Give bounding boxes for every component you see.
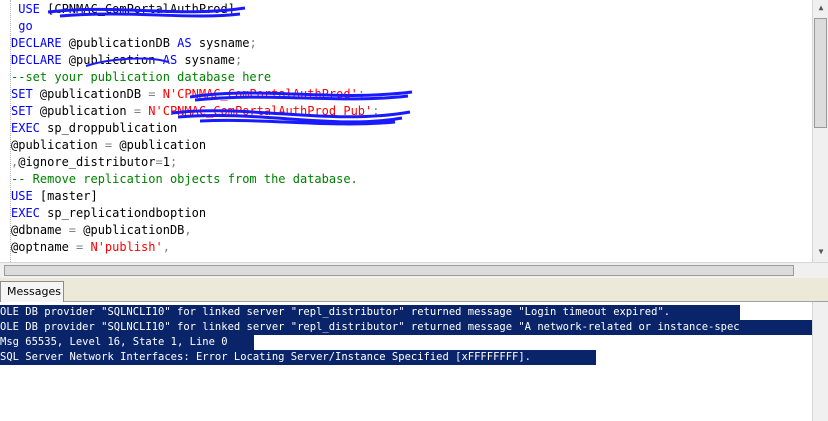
- scroll-down-arrow-icon[interactable]: ▼: [813, 244, 828, 260]
- code-line[interactable]: SET @publication = N'CPNMAC_ComPortalAut…: [11, 103, 811, 120]
- code-token: =: [76, 240, 91, 254]
- editor-horizontal-scrollbar[interactable]: [0, 262, 828, 278]
- code-token: N'CPNMAC_ComPortalAuthProd': [162, 87, 358, 101]
- code-token: ,: [162, 240, 170, 254]
- code-token: @publicationDB: [68, 36, 178, 50]
- code-token: @publication: [68, 53, 163, 67]
- code-token: sysname: [184, 53, 235, 67]
- editor-horizontal-scroll-thumb[interactable]: [4, 265, 794, 276]
- code-token: =: [133, 104, 149, 118]
- code-token: [CPNMAC_ComPortalAuthProd]: [47, 2, 235, 16]
- code-line[interactable]: EXEC sp_replicationdboption: [11, 205, 811, 222]
- code-line[interactable]: @dbname = @publicationDB,: [11, 222, 811, 239]
- code-token: AS: [162, 53, 185, 67]
- code-token: ;: [357, 87, 366, 101]
- code-line[interactable]: EXEC sp_droppublication: [11, 120, 811, 137]
- code-line[interactable]: --set your publication database here: [11, 69, 811, 86]
- code-token: sp_replicationdboption: [47, 206, 207, 220]
- results-tab-bar: Messages: [0, 278, 828, 302]
- message-line[interactable]: OLE DB provider "SQLNCLI10" for linked s…: [0, 320, 812, 335]
- code-token: go: [11, 19, 33, 33]
- code-token: sysname: [198, 36, 250, 50]
- code-token: EXEC: [11, 206, 48, 220]
- code-token: USE: [11, 2, 48, 16]
- code-area[interactable]: USE [CPNMAC_ComPortalAuthProd] go DECLARE…: [11, 1, 811, 256]
- code-token: @publication: [11, 138, 105, 152]
- code-token: N'CPNMAC_ComPortalAuthProd_Pub': [148, 104, 373, 118]
- code-line[interactable]: DECLARE @publication AS sysname;: [11, 52, 811, 69]
- code-line[interactable]: go: [11, 18, 811, 35]
- messages-pane[interactable]: OLE DB provider "SQLNCLI10" for linked s…: [0, 302, 812, 421]
- code-token: ;: [169, 155, 178, 169]
- code-token: EXEC: [11, 121, 48, 135]
- code-token: USE: [11, 189, 40, 203]
- editor-vertical-scroll-thumb[interactable]: [814, 18, 827, 128]
- code-token: ;: [372, 104, 380, 118]
- code-token: @optname: [11, 240, 77, 254]
- code-line[interactable]: SET @publicationDB = N'CPNMAC_ComPortalA…: [11, 86, 811, 103]
- code-token: ,: [184, 223, 192, 237]
- tab-messages[interactable]: Messages: [0, 281, 64, 302]
- code-token: =: [104, 138, 120, 152]
- code-line[interactable]: USE [CPNMAC_ComPortalAuthProd]: [11, 1, 811, 18]
- code-token: 1: [162, 155, 170, 169]
- code-token: N'publish': [90, 240, 163, 254]
- scroll-up-arrow-icon[interactable]: ▲: [813, 0, 828, 16]
- code-token: @dbname: [11, 223, 69, 237]
- code-token: SET: [11, 87, 40, 101]
- code-token: DECLARE: [11, 36, 69, 50]
- code-token: =: [68, 223, 84, 237]
- message-line[interactable]: OLE DB provider "SQLNCLI10" for linked s…: [0, 305, 740, 320]
- code-token: sp_droppublication: [47, 121, 178, 135]
- messages-vertical-scrollbar[interactable]: [812, 302, 828, 421]
- message-line[interactable]: SQL Server Network Interfaces: Error Loc…: [0, 350, 596, 365]
- code-token: @publication: [39, 104, 134, 118]
- code-token: --set your publication database here: [11, 70, 272, 84]
- code-line[interactable]: USE [master]: [11, 188, 811, 205]
- code-token: @publicationDB: [83, 223, 185, 237]
- code-token: @publication: [119, 138, 207, 152]
- code-token: DECLARE: [11, 53, 69, 67]
- code-token: @ignore_distributor: [18, 155, 156, 169]
- code-line[interactable]: ,@ignore_distributor=1;: [11, 154, 811, 171]
- code-token: =: [148, 87, 163, 101]
- tab-messages-label: Messages: [7, 285, 61, 298]
- code-line[interactable]: @publication = @publication: [11, 137, 811, 154]
- query-editor[interactable]: USE [CPNMAC_ComPortalAuthProd] go DECLARE…: [0, 0, 828, 262]
- editor-vertical-scrollbar[interactable]: ▲ ▼: [812, 0, 828, 262]
- code-token: =: [155, 155, 163, 169]
- code-token: SET: [11, 104, 40, 118]
- message-line[interactable]: Msg 65535, Level 16, State 1, Line 0: [0, 335, 254, 350]
- code-token: ;: [234, 53, 243, 67]
- code-token: ;: [249, 36, 257, 50]
- code-line[interactable]: @optname = N'publish',: [11, 239, 811, 256]
- code-token: -- Remove replication objects from the d…: [11, 172, 358, 186]
- code-line[interactable]: -- Remove replication objects from the d…: [11, 171, 811, 188]
- editor-gutter: [0, 0, 11, 262]
- code-token: [master]: [39, 189, 98, 203]
- code-line[interactable]: DECLARE @publicationDB AS sysname;: [11, 35, 811, 52]
- code-token: AS: [177, 36, 199, 50]
- code-token: @publicationDB: [39, 87, 149, 101]
